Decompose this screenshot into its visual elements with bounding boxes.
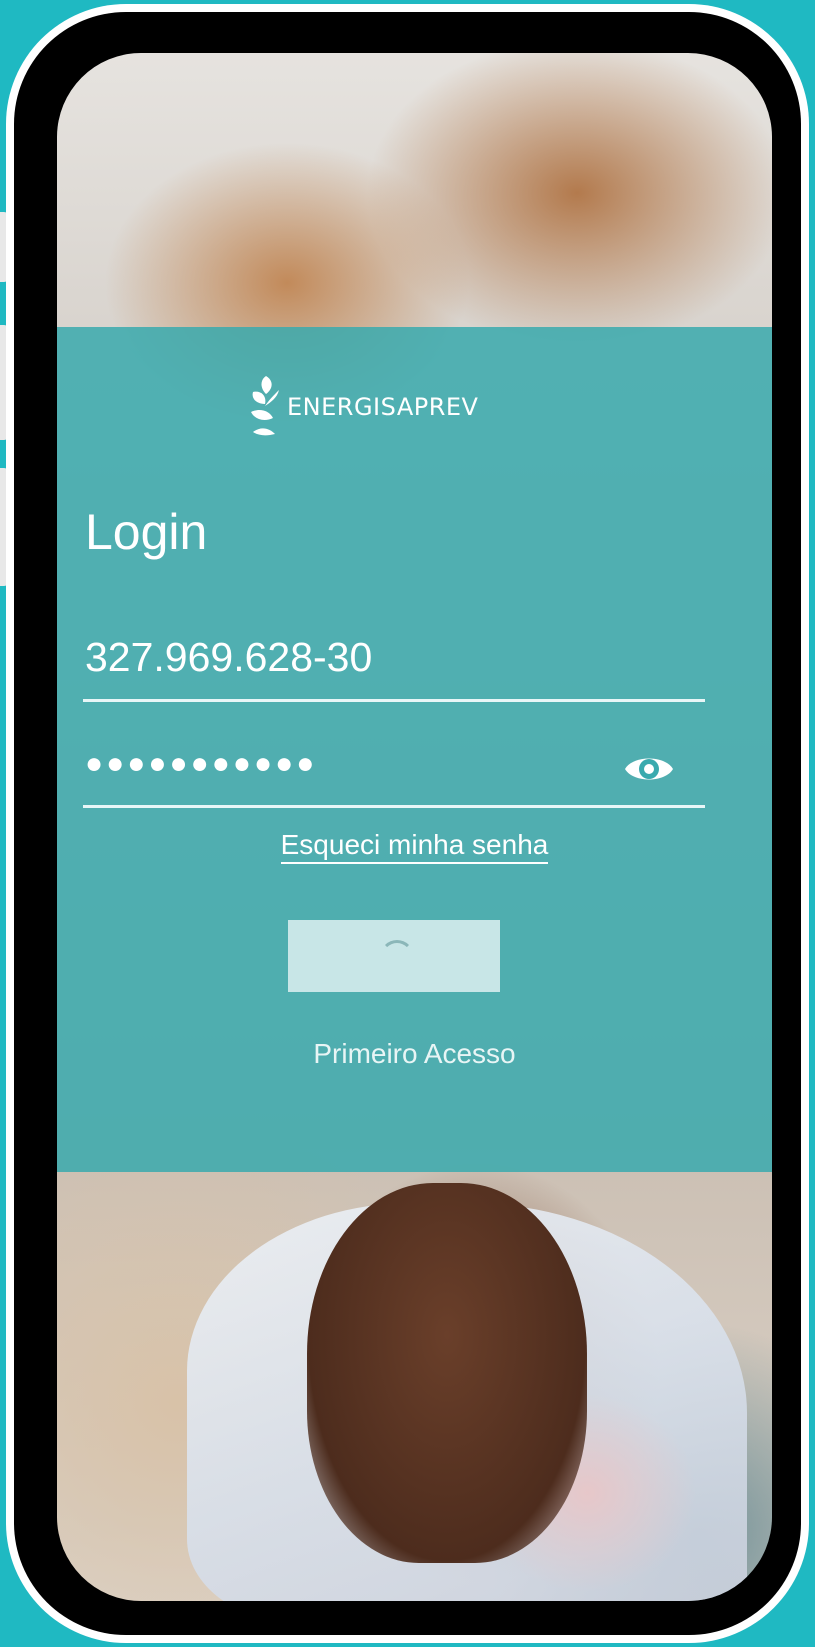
password-input-value[interactable]: ●●●●●●●●●●●: [85, 747, 317, 781]
login-button[interactable]: [288, 920, 500, 992]
background-photo-hand: [307, 1183, 587, 1563]
brand-logo-text: energisaprev: [287, 384, 479, 424]
eye-icon[interactable]: [623, 751, 675, 787]
app-screen: energisaprev Login 327.969.628-30 ●●●●●●…: [57, 53, 772, 1601]
leaf-logo-icon: [251, 376, 279, 436]
login-panel: energisaprev Login 327.969.628-30 ●●●●●●…: [57, 327, 772, 1172]
brand-logo: energisaprev: [247, 369, 478, 439]
cpf-input-value[interactable]: 327.969.628-30: [85, 634, 372, 681]
page-title: Login: [85, 504, 208, 560]
forgot-password-link[interactable]: Esqueci minha senha: [280, 829, 549, 864]
cpf-field[interactable]: 327.969.628-30: [83, 621, 705, 702]
forgot-password-link-wrap: Esqueci minha senha: [57, 829, 772, 864]
first-access-link[interactable]: Primeiro Acesso: [57, 1038, 772, 1070]
loading-spinner-icon: [380, 940, 414, 974]
password-field[interactable]: ●●●●●●●●●●●: [83, 725, 705, 808]
